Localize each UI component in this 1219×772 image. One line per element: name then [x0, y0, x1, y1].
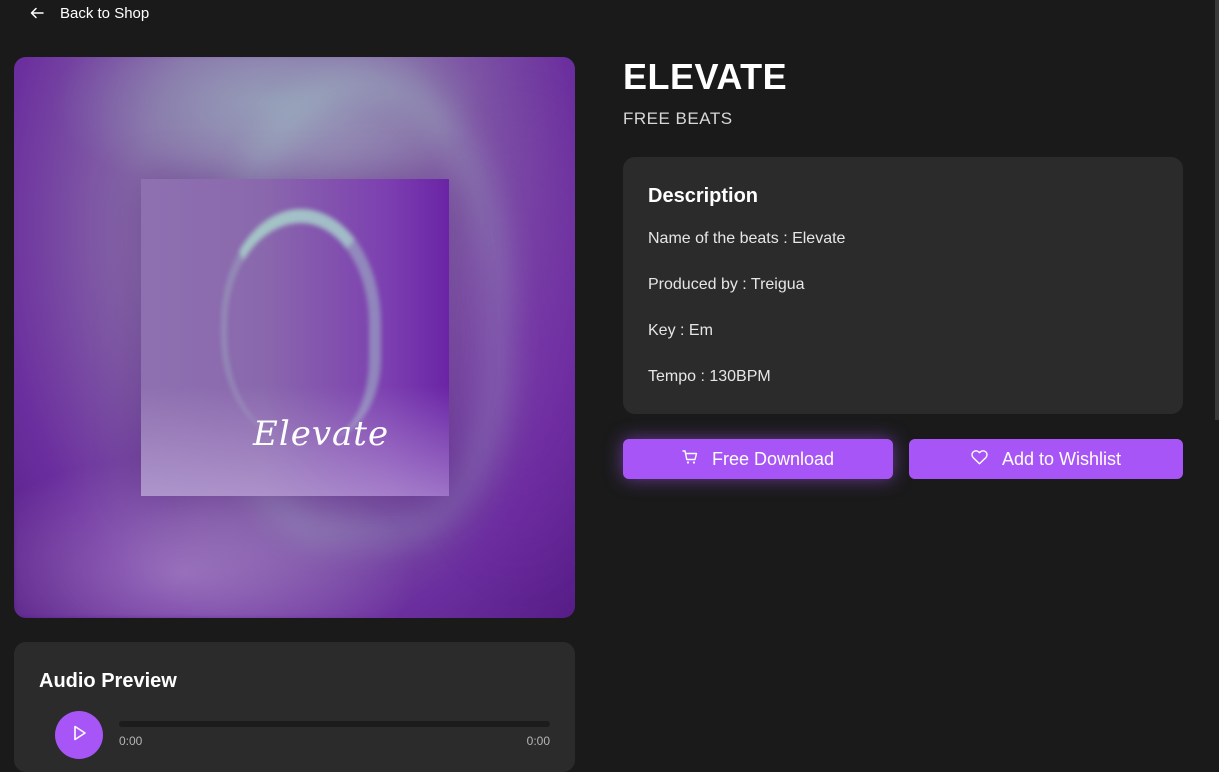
play-button[interactable]	[55, 711, 103, 759]
free-download-label: Free Download	[711, 448, 835, 469]
audio-preview-card: Audio Preview 0:00 0:00	[14, 642, 575, 772]
description-heading: Description	[648, 185, 759, 207]
description-card: Description Name of the beats : Elevate …	[623, 157, 1183, 414]
description-line-tempo: Tempo : 130BPM	[648, 368, 771, 385]
cover-inner-artwork: Elevate	[141, 179, 449, 496]
description-line-key: Key : Em	[648, 322, 713, 339]
cover-script-title: Elevate	[253, 414, 390, 454]
page-scrollbar[interactable]	[1215, 0, 1219, 420]
heart-icon	[971, 449, 988, 470]
cart-icon	[682, 449, 698, 470]
free-download-button[interactable]: Free Download	[623, 439, 893, 479]
arrow-left-icon	[30, 6, 44, 20]
audio-progress-bar[interactable]	[119, 721, 550, 727]
current-time: 0:00	[119, 734, 143, 748]
description-line-name: Name of the beats : Elevate	[648, 230, 846, 247]
description-line-producer: Produced by : Treigua	[648, 276, 805, 293]
product-title: ELEVATE	[623, 56, 788, 97]
audio-preview-heading: Audio Preview	[39, 670, 177, 692]
cover-art: Elevate	[14, 57, 575, 618]
product-category: FREE BEATS	[623, 109, 733, 128]
back-to-shop-label: Back to Shop	[60, 4, 150, 22]
add-to-wishlist-label: Add to Wishlist	[1001, 448, 1122, 469]
play-icon	[70, 724, 88, 747]
add-to-wishlist-button[interactable]: Add to Wishlist	[909, 439, 1183, 479]
duration: 0:00	[526, 734, 550, 748]
back-to-shop-link[interactable]: Back to Shop	[30, 3, 149, 23]
